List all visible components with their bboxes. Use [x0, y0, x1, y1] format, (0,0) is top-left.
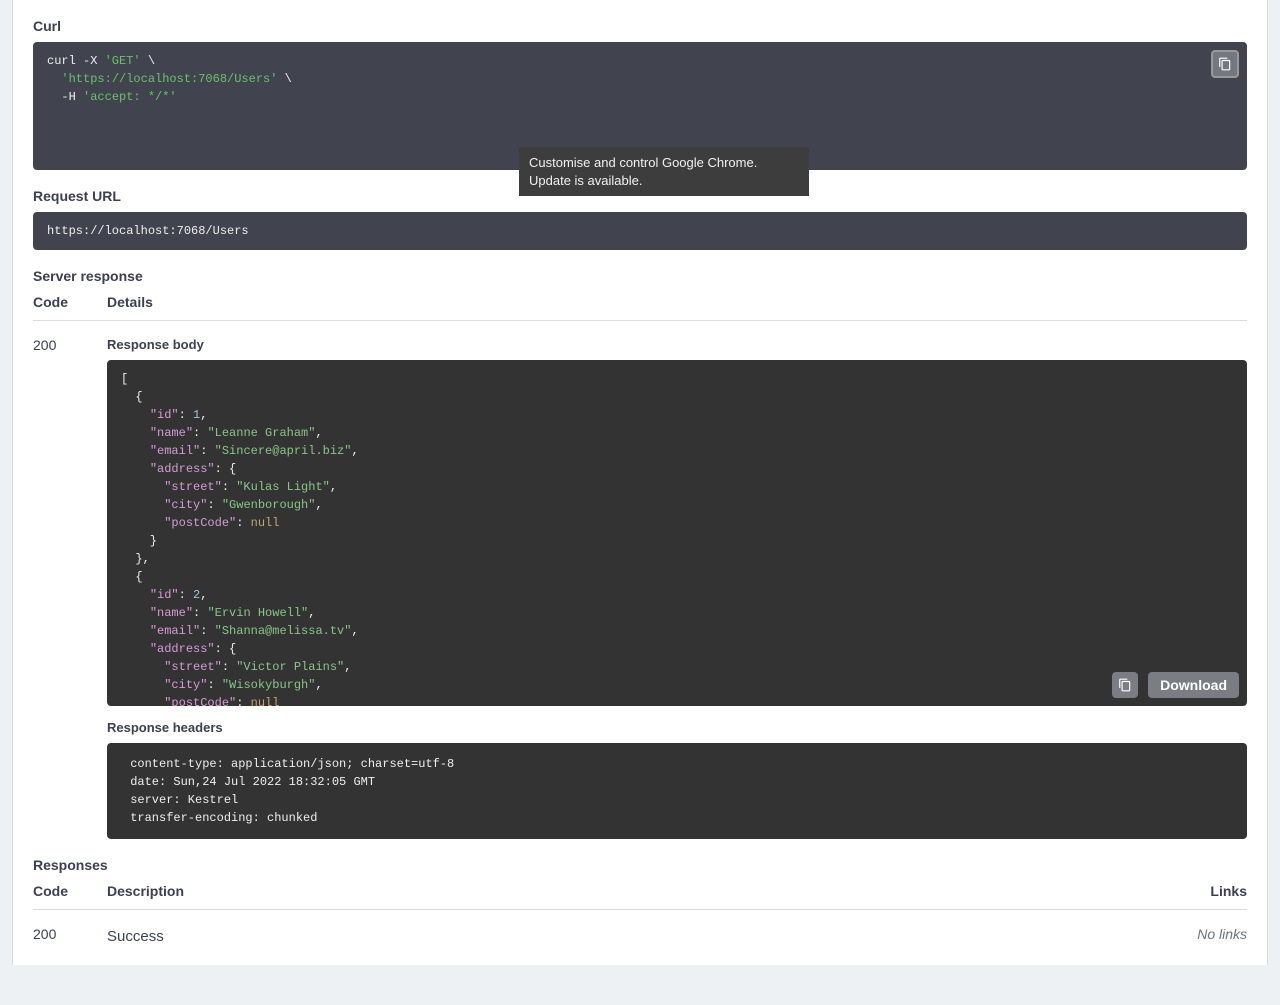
clipboard-icon [1118, 678, 1132, 692]
clipboard-icon [1218, 57, 1232, 71]
responses-description: Success [107, 928, 1127, 945]
responses-code: 200 [33, 926, 107, 942]
download-button[interactable]: Download [1148, 672, 1239, 698]
responses-row: 200 Success No links [33, 926, 1247, 945]
chrome-tooltip: Customise and control Google Chrome. Upd… [519, 147, 809, 196]
response-body-label: Response body [107, 337, 1247, 352]
col-header-description: Description [107, 883, 1127, 899]
col-header-code-2: Code [33, 883, 107, 899]
response-headers-label: Response headers [107, 720, 1247, 735]
server-response-row: 200 Response body [ { "id": 1, "name": "… [33, 337, 1247, 839]
request-url-block: https://localhost:7068/Users [33, 212, 1247, 250]
responses-heading: Responses [33, 857, 1247, 873]
col-header-links: Links [1127, 883, 1247, 899]
response-headers-block: content-type: application/json; charset=… [107, 743, 1247, 839]
col-header-code: Code [33, 294, 107, 310]
copy-curl-button[interactable] [1211, 50, 1239, 78]
server-response-table-head: Code Details [33, 294, 1247, 321]
copy-response-button[interactable] [1112, 672, 1138, 698]
responses-table-head: Code Description Links [33, 883, 1247, 910]
server-response-heading: Server response [33, 268, 1247, 284]
curl-heading: Curl [33, 0, 1247, 34]
response-body-block: [ { "id": 1, "name": "Leanne Graham", "e… [107, 360, 1247, 706]
col-header-details: Details [107, 294, 1247, 310]
responses-links: No links [1127, 926, 1247, 942]
status-code: 200 [33, 337, 107, 839]
